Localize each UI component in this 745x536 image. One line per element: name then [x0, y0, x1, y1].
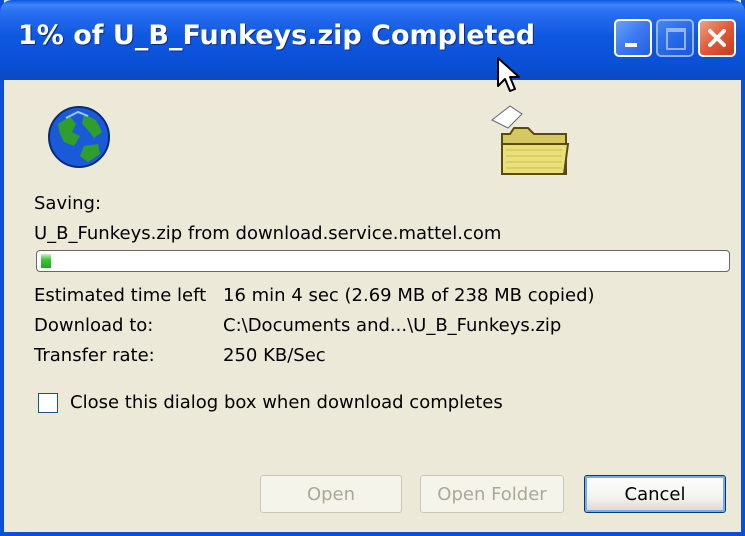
close-on-complete-checkbox[interactable] [38, 393, 58, 413]
folder-icon [491, 105, 570, 175]
open-button[interactable]: Open [260, 475, 402, 513]
title-bar[interactable]: 1% of U_B_Funkeys.zip Completed [0, 0, 745, 80]
window-title: 1% of U_B_Funkeys.zip Completed [18, 20, 536, 51]
download-dialog: 1% of U_B_Funkeys.zip Completed Saving: … [0, 0, 745, 536]
download-progress-bar [36, 250, 730, 272]
close-button[interactable] [698, 19, 736, 57]
download-to-label: Download to: [34, 315, 154, 336]
minimize-button[interactable] [614, 19, 652, 57]
close-on-complete-label[interactable]: Close this dialog box when download comp… [70, 392, 503, 413]
saving-label: Saving: [34, 193, 102, 214]
cancel-button[interactable]: Cancel [584, 475, 726, 513]
globe-icon [48, 106, 110, 168]
close-icon [708, 29, 726, 47]
open-folder-button[interactable]: Open Folder [420, 475, 564, 513]
download-source: U_B_Funkeys.zip from download.service.ma… [34, 223, 502, 244]
transfer-rate-label: Transfer rate: [34, 345, 155, 366]
dialog-body: Saving: U_B_Funkeys.zip from download.se… [4, 80, 741, 532]
download-to-value: C:\Documents and...\U_B_Funkeys.zip [223, 315, 562, 336]
time-left-label: Estimated time left [34, 285, 207, 306]
maximize-button[interactable] [656, 19, 694, 57]
time-left-value: 16 min 4 sec (2.69 MB of 238 MB copied) [223, 285, 595, 306]
mouse-pointer-icon [497, 57, 520, 92]
progress-fill [41, 254, 51, 268]
transfer-rate-value: 250 KB/Sec [223, 345, 326, 366]
